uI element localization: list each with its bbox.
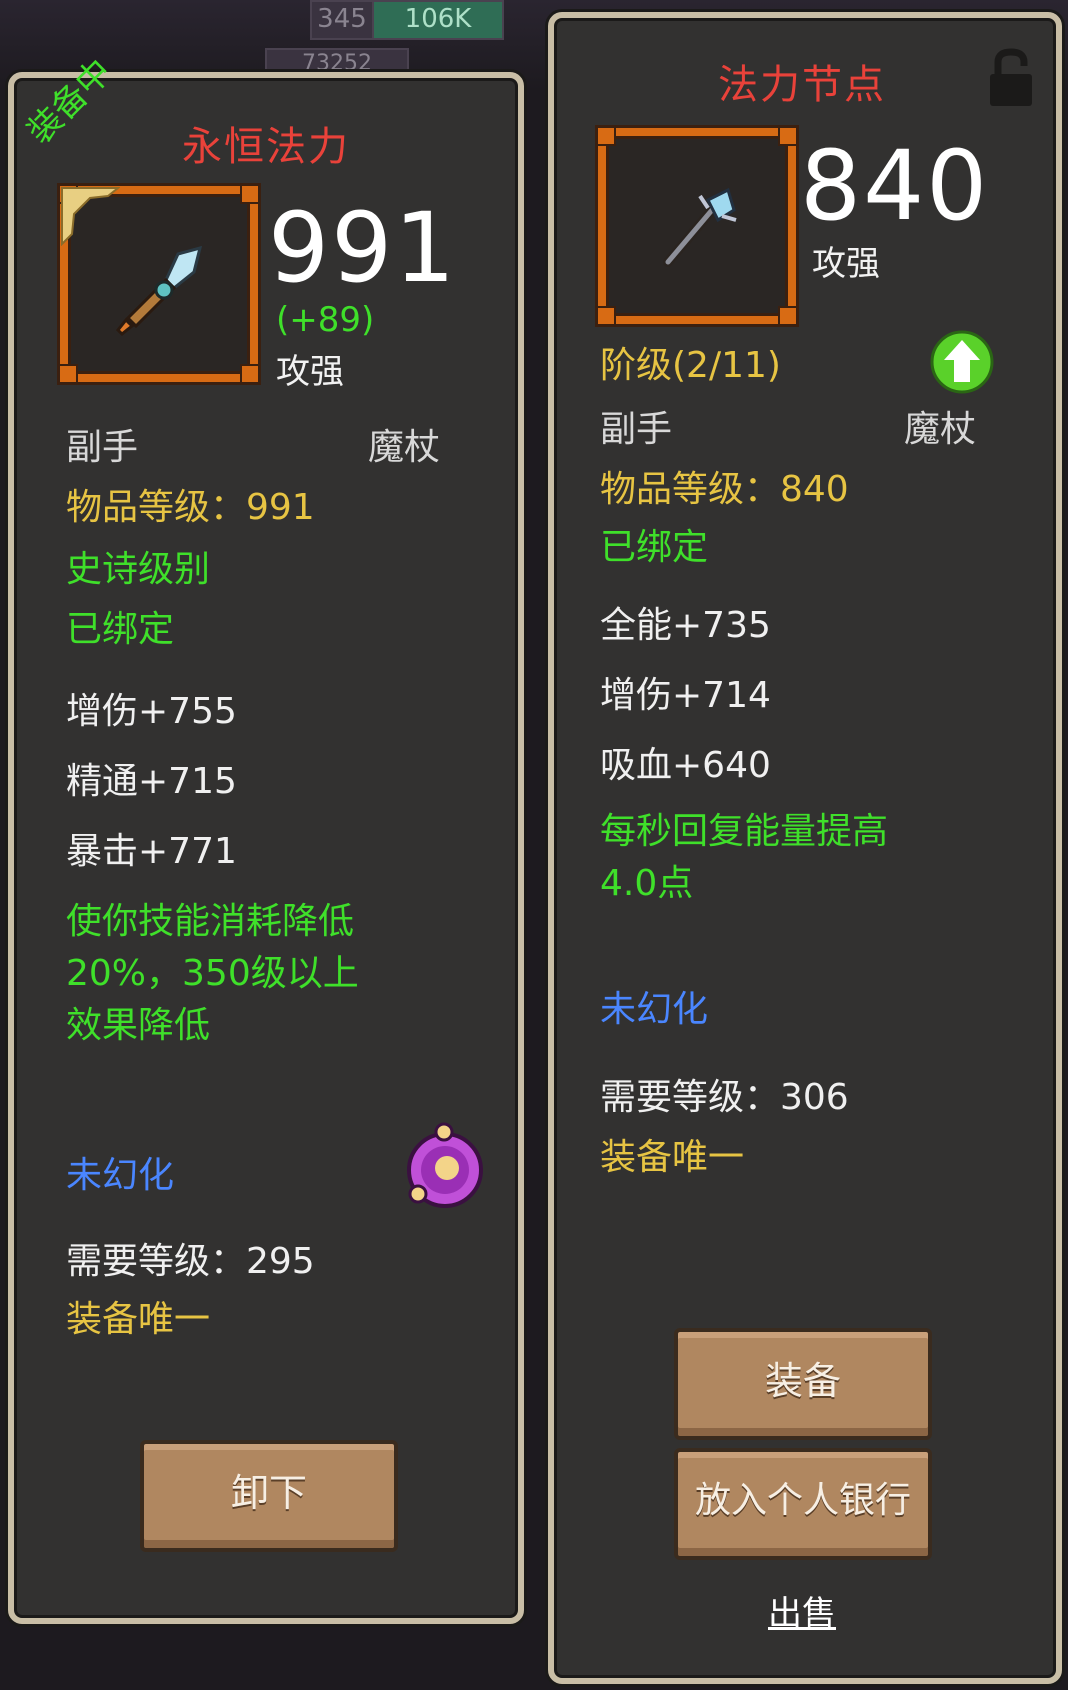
effect-line: 4.0点 [600, 863, 694, 904]
item-bound: 已绑定 [66, 609, 175, 650]
item-slot-type: 副手 [600, 409, 673, 450]
lock-icon[interactable] [988, 48, 1034, 108]
unequip-button[interactable]: 卸下 [140, 1440, 398, 1552]
effect-line: 使你技能消耗降低 [66, 901, 355, 942]
item-title: 永恒法力 [182, 124, 350, 170]
item-bound: 已绑定 [600, 527, 709, 568]
stat-line: 增伤+714 [600, 675, 771, 716]
stat-line: 暴击+771 [66, 831, 237, 872]
stat-line: 增伤+755 [66, 691, 237, 732]
stat-line: 全能+735 [600, 605, 771, 646]
score-label: 攻强 [812, 244, 880, 284]
item-level: 物品等级：991 [66, 487, 315, 528]
effect-line: 20%，350级以上 [66, 953, 359, 994]
item-slot-type: 副手 [66, 427, 139, 468]
item-level: 物品等级：840 [600, 469, 849, 510]
wand-icon [115, 245, 203, 337]
hud-counter: 106K [372, 0, 504, 40]
score-delta: (+89) [276, 300, 375, 340]
equip-button[interactable]: 装备 [674, 1328, 932, 1440]
unique-equip: 装备唯一 [66, 1299, 211, 1340]
bank-deposit-button[interactable]: 放入个人银行 [674, 1448, 932, 1560]
upgrade-arrow-icon[interactable] [930, 330, 994, 394]
hud-counter: 345 [310, 0, 374, 40]
equipped-item-tooltip: 装备中 永恒法力 991 (+89) 攻强 副手 魔杖 物品等级：991 史诗级… [8, 52, 524, 1624]
effect-line: 效果降低 [66, 1005, 211, 1046]
required-level: 需要等级：295 [66, 1241, 315, 1282]
item-title: 法力节点 [718, 62, 886, 108]
stat-line: 吸血+640 [600, 745, 771, 786]
compare-item-tooltip: 法力节点 840 攻强 阶级(2/11) 副手 魔杖 物品等级：840 已绑定 … [548, 12, 1062, 1684]
score-label: 攻强 [276, 352, 344, 392]
item-weapon-type: 魔杖 [904, 409, 977, 450]
item-score: 991 [268, 192, 458, 304]
sell-link[interactable]: 出售 [768, 1586, 836, 1635]
item-tier: 阶级(2/11) [600, 345, 781, 386]
stat-line: 精通+715 [66, 761, 237, 802]
required-level: 需要等级：306 [600, 1077, 849, 1118]
item-slot[interactable] [58, 184, 260, 384]
transmog-orb-icon[interactable] [400, 1122, 490, 1212]
transmog-status: 未幻化 [600, 989, 709, 1030]
item-rarity: 史诗级别 [66, 549, 211, 590]
item-score: 840 [800, 130, 990, 242]
item-weapon-type: 魔杖 [368, 427, 441, 468]
item-slot[interactable] [596, 126, 798, 326]
staff-icon [663, 187, 737, 267]
unique-equip: 装备唯一 [600, 1137, 745, 1178]
effect-line: 每秒回复能量提高 [600, 811, 889, 852]
transmog-status: 未幻化 [66, 1155, 175, 1196]
